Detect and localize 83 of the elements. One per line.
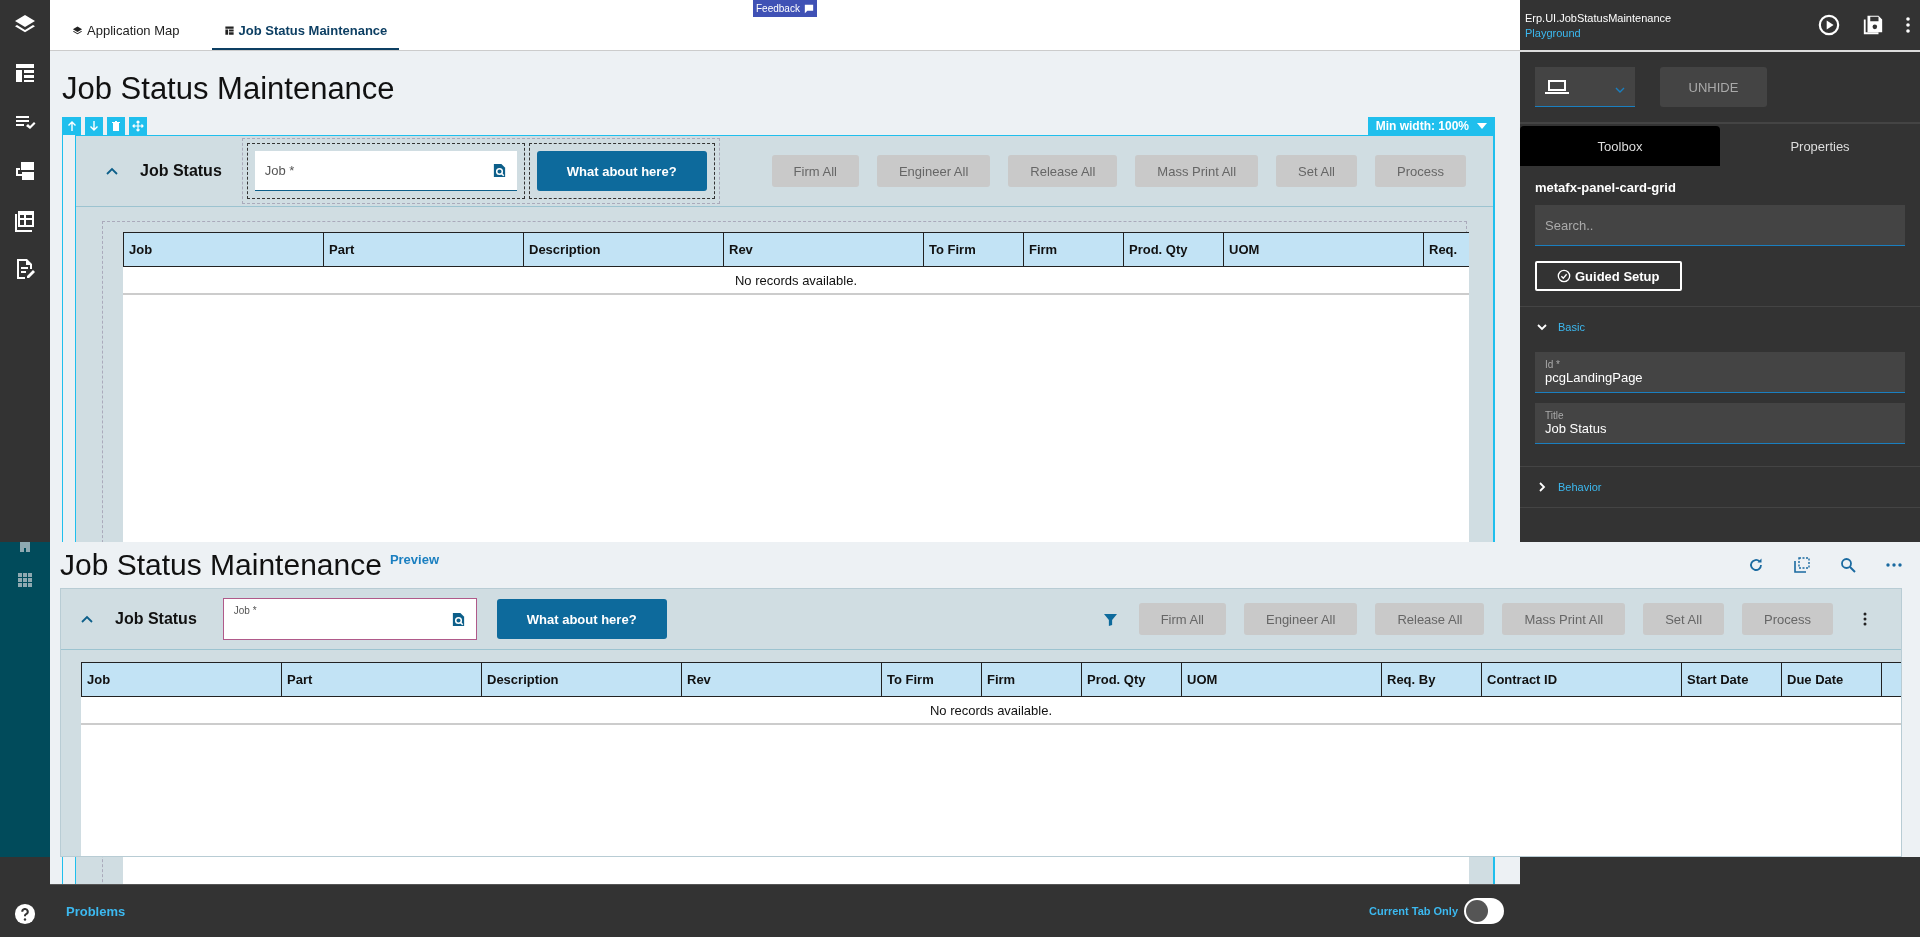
column-header[interactable]: Start Date	[1681, 662, 1781, 697]
section-header[interactable]: Basic	[1520, 307, 1920, 347]
environment-label: Playground	[1525, 26, 1582, 39]
property-field[interactable]: Title Job Status	[1535, 403, 1905, 444]
check-circle-icon	[1557, 269, 1571, 283]
column-header[interactable]: Description	[481, 662, 681, 697]
action-button[interactable]: What about here?	[536, 151, 707, 191]
job-field[interactable]: Job *	[254, 151, 517, 191]
chevron-icon	[1537, 482, 1547, 492]
column-header[interactable]: Description	[523, 232, 723, 267]
apps-icon[interactable]	[17, 572, 33, 588]
property-field[interactable]: Id * pcgLandingPage	[1535, 352, 1905, 393]
more-icon[interactable]	[1863, 612, 1867, 626]
column-header[interactable]: Part	[323, 232, 523, 267]
column-header[interactable]: UOM	[1223, 232, 1423, 267]
tab[interactable]: Job Status Maintenance	[211, 23, 400, 50]
card-title: Job Status	[140, 162, 222, 180]
select-area-icon[interactable]	[1794, 557, 1810, 573]
grid-icon[interactable]	[13, 208, 37, 232]
panel-tab[interactable]: Toolbox	[1520, 126, 1720, 166]
empty-message: No records available.	[81, 697, 1901, 725]
component-name: metafx-panel-card-grid	[1535, 180, 1677, 195]
chat-icon	[803, 3, 814, 14]
page-title: Job Status Maintenance	[62, 71, 396, 107]
layers-icon	[72, 25, 83, 36]
app-name: Erp.UI.JobStatusMaintenance	[1525, 11, 1672, 24]
filter-icon[interactable]	[1103, 612, 1117, 626]
column-header[interactable]: Req.	[1423, 232, 1469, 267]
preview-label: Preview	[389, 552, 440, 567]
column-header[interactable]: UOM	[1181, 662, 1381, 697]
feedback-button[interactable]: Feedback	[753, 0, 817, 17]
column-header[interactable]: Prod. Qty	[1123, 232, 1223, 267]
toggle-label: Current Tab Only	[1368, 905, 1458, 917]
trash-icon	[110, 120, 122, 132]
column-header[interactable]: To Firm	[881, 662, 981, 697]
collapse-icon[interactable]	[106, 167, 118, 175]
column-header[interactable]: Firm	[981, 662, 1081, 697]
empty-message: No records available.	[123, 267, 1469, 295]
stack-icon[interactable]	[13, 159, 37, 183]
problems-tab[interactable]: Problems	[66, 903, 126, 919]
more-icon[interactable]	[1906, 17, 1910, 33]
job-field[interactable]: Job *	[222, 598, 477, 640]
arrow-down-icon	[88, 120, 100, 132]
tab[interactable]: Application Map	[60, 23, 192, 50]
card-title: Job Status	[115, 610, 197, 628]
play-icon[interactable]	[1818, 14, 1840, 36]
refresh-icon[interactable]	[1748, 557, 1764, 573]
column-header[interactable]: Rev	[723, 232, 923, 267]
action-button[interactable]: What about here?	[496, 599, 667, 639]
search-document-icon[interactable]	[450, 611, 466, 627]
column-header[interactable]: Part	[281, 662, 481, 697]
save-icon[interactable]	[1862, 14, 1884, 36]
layout-icon	[223, 25, 235, 36]
search-field[interactable]: Search..	[1535, 205, 1905, 246]
chevron-down-icon	[1615, 86, 1625, 93]
search-document-icon[interactable]	[491, 163, 507, 178]
column-header[interactable]: Rev	[681, 662, 881, 697]
page-title: Job Status Maintenance	[60, 548, 382, 582]
guided-setup-button[interactable]: Guided Setup	[1535, 261, 1682, 291]
section-header[interactable]: Behavior	[1520, 467, 1920, 507]
column-header[interactable]: To Firm	[923, 232, 1023, 267]
unhide-button[interactable]: UNHIDE	[1660, 67, 1767, 107]
toggle-switch[interactable]	[1464, 898, 1504, 924]
drag-handle[interactable]	[129, 117, 147, 135]
home-icon[interactable]	[17, 542, 33, 552]
chevron-icon	[1537, 322, 1547, 332]
move-icon	[132, 120, 144, 132]
arrow-up-icon	[66, 120, 78, 132]
collapse-icon[interactable]	[81, 615, 93, 623]
column-header[interactable]: Firm	[1023, 232, 1123, 267]
column-header[interactable]: Req. By	[1381, 662, 1481, 697]
device-dropdown[interactable]	[1535, 67, 1635, 107]
help-icon[interactable]	[14, 903, 36, 925]
column-header[interactable]: Prod. Qty	[1081, 662, 1181, 697]
laptop-icon	[1545, 78, 1569, 95]
column-header[interactable]: Job	[81, 662, 281, 697]
caret-icon	[1477, 123, 1487, 129]
column-header[interactable]: Due Date	[1781, 662, 1881, 697]
column-header[interactable]: Contract ID	[1481, 662, 1681, 697]
column-header[interactable]: Job	[123, 232, 323, 267]
column-header[interactable]	[1881, 662, 1901, 697]
search-icon[interactable]	[1840, 557, 1856, 573]
layout-icon[interactable]	[13, 61, 37, 85]
